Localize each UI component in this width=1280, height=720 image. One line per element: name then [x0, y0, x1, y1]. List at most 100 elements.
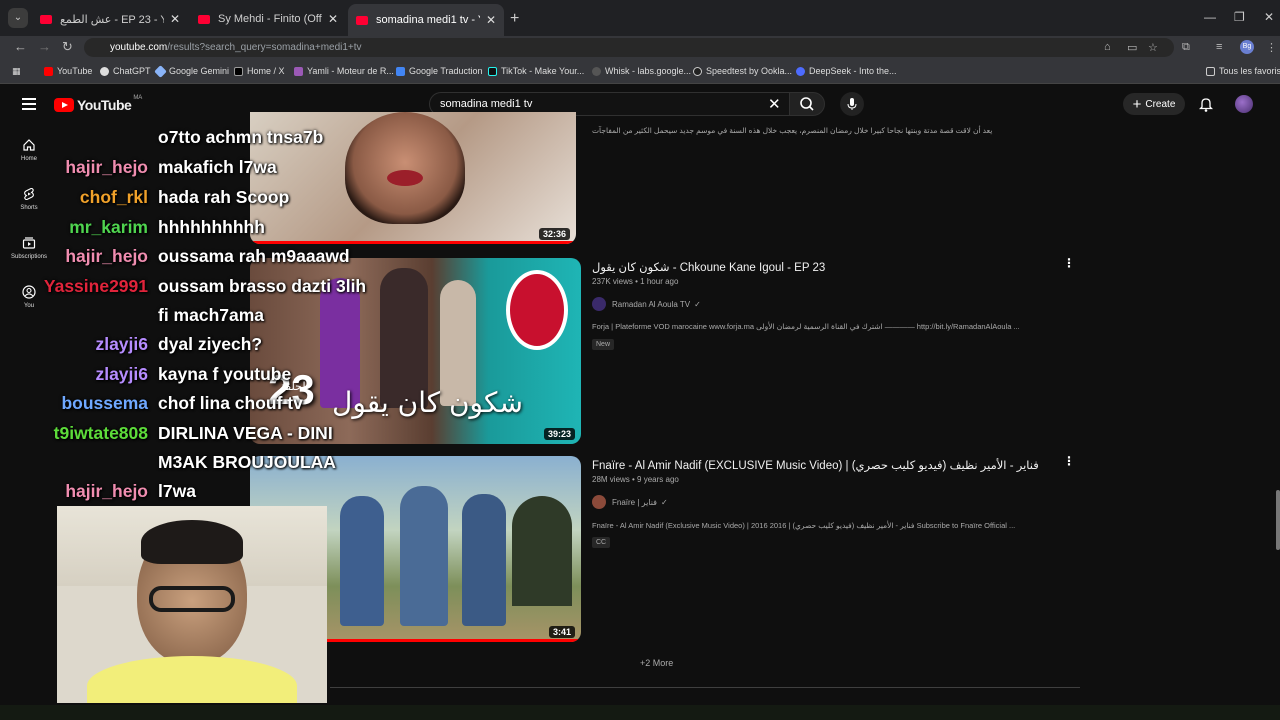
- chat-text: hhhhhhhhhh: [158, 217, 265, 237]
- more-actions-icon[interactable]: ⋮: [1063, 256, 1075, 270]
- all-bookmarks-folder[interactable]: Tous les favoris: [1206, 66, 1280, 76]
- browser-tab-3-active[interactable]: somadina medi1 tv - YouTube ✕: [348, 4, 504, 36]
- forward-icon[interactable]: →: [38, 39, 51, 54]
- new-badge: New: [592, 339, 615, 350]
- reload-icon[interactable]: ↻: [62, 39, 73, 55]
- microphone-icon: [847, 98, 857, 110]
- streamer-shirt: [87, 656, 297, 703]
- browser-profile-avatar[interactable]: Bg: [1240, 40, 1254, 54]
- restore-icon[interactable]: ❐: [1234, 10, 1245, 24]
- cc-badge: CC: [592, 537, 611, 548]
- speedtest-icon: [693, 66, 702, 76]
- verified-check-icon: ✓: [694, 299, 701, 309]
- gemini-icon: [154, 64, 167, 78]
- video-title[interactable]: شكون كان يقول - Chkoune Kane Igoul - EP …: [592, 260, 825, 274]
- streamer-hair: [141, 520, 243, 564]
- chat-username: t9iwtate808: [53, 423, 148, 443]
- thumbnail-caption: شكون كان يقول: [332, 386, 523, 419]
- youtube-play-icon: [54, 98, 74, 112]
- bookmark-tiktok[interactable]: TikTok - Make Your...: [488, 66, 584, 76]
- chat-username: [8, 452, 158, 473]
- new-tab-button[interactable]: +: [510, 10, 519, 28]
- video-description: يعد أن لاقت قصة مدتة وبنتها نجاحا كبيرا …: [592, 126, 993, 135]
- close-window-icon[interactable]: ✕: [1264, 10, 1274, 24]
- voice-search-button[interactable]: [840, 92, 864, 116]
- guide-menu-icon[interactable]: [22, 98, 36, 110]
- chat-username: chof_rkl: [79, 187, 148, 207]
- chat-username: mr_karim: [69, 217, 148, 237]
- chat-text: hada rah Scoop: [158, 187, 290, 207]
- chat-message: mr_karim hhhhhhhhhh: [8, 217, 265, 238]
- back-icon[interactable]: ←: [14, 39, 27, 54]
- video-description: Fnaïre - Al Amir Nadif (Exclusive Music …: [592, 521, 1016, 530]
- bookmark-gemini[interactable]: Google Gemini: [154, 64, 229, 78]
- video-description: Forja | Plateforme VOD marocaine www.for…: [592, 322, 1020, 331]
- tab-title: Sy Mehdi - Finito (Official Music: [218, 13, 322, 25]
- channel-link[interactable]: Ramadan Al Aoula TV ✓: [592, 297, 701, 311]
- thumbnail-mouth: [387, 170, 423, 186]
- install-icon[interactable]: ▭: [1127, 41, 1137, 54]
- clear-search-icon[interactable]: ✕: [768, 95, 781, 113]
- video-stats: 237K views • 1 hour ago: [592, 277, 679, 286]
- youtube-favicon-icon: [198, 14, 210, 24]
- close-tab-icon[interactable]: ✕: [328, 12, 338, 26]
- media-controls-icon[interactable]: ≡: [1216, 41, 1222, 53]
- close-tab-icon[interactable]: ✕: [486, 13, 496, 27]
- bookmark-chatgpt[interactable]: ChatGPT: [100, 66, 151, 76]
- translate-icon[interactable]: ⌂: [1104, 41, 1111, 53]
- bookmark-yamli[interactable]: Yamli - Moteur de R...: [294, 66, 394, 76]
- url-path: /results?search_query=somadina+medi1+tv: [167, 42, 362, 53]
- chat-text: oussam brasso dazti 3lih: [158, 276, 367, 296]
- bookmark-deepseek[interactable]: DeepSeek - Into the...: [796, 66, 897, 76]
- tab-title: somadina medi1 tv - YouTube: [376, 14, 480, 26]
- extensions-icon[interactable]: ⧉: [1182, 41, 1190, 54]
- youtube-icon: [44, 66, 53, 76]
- translate-icon: [396, 66, 405, 76]
- thumbnail-figure: [462, 494, 506, 626]
- chat-text: DIRLINA VEGA - DINI: [158, 423, 333, 443]
- chat-username: boussema: [61, 393, 148, 413]
- thumbnail-tent: [512, 496, 572, 606]
- minimize-icon[interactable]: —: [1204, 10, 1216, 24]
- glasses-icon: [149, 586, 235, 612]
- chat-username: hajir_hejo: [65, 246, 148, 266]
- channel-avatar: [592, 297, 606, 311]
- thumbnail-figure: [340, 496, 384, 626]
- chat-message: o7tto achmn tnsa7b: [8, 127, 323, 148]
- browser-tab-1[interactable]: عش الطمع - EP 23 - YouTube ✕: [32, 6, 188, 32]
- url-bar[interactable]: youtube.com/results?search_query=somadin…: [84, 38, 1174, 57]
- create-button[interactable]: + Create: [1123, 93, 1185, 115]
- account-avatar[interactable]: [1235, 95, 1253, 113]
- search-button[interactable]: [789, 92, 825, 116]
- bookmark-google-translate[interactable]: Google Traduction: [396, 66, 483, 76]
- desktop-edge: [0, 705, 1280, 720]
- chat-text: dyal ziyech?: [158, 334, 263, 354]
- apps-grid-icon[interactable]: ▦: [12, 66, 21, 77]
- chat-message: t9iwtate808 DIRLINA VEGA - DINI: [8, 423, 333, 444]
- chat-message: fi mach7ama: [8, 305, 264, 326]
- channel-link[interactable]: Fnaïre | فناير ✓: [592, 495, 668, 509]
- close-tab-icon[interactable]: ✕: [170, 12, 180, 26]
- yamli-icon: [294, 66, 303, 76]
- browser-tab-2[interactable]: Sy Mehdi - Finito (Official Music ✕: [190, 6, 346, 32]
- youtube-logo[interactable]: YouTube MA: [54, 95, 142, 113]
- chat-text: chof lina chouf tv: [158, 393, 303, 413]
- watch-progress-bar: [250, 241, 576, 244]
- video-title[interactable]: Fnaïre - Al Amir Nadif (EXCLUSIVE Music …: [592, 458, 1039, 472]
- notifications-bell-icon[interactable]: [1198, 96, 1214, 112]
- bookmark-whisk[interactable]: Whisk - labs.google...: [592, 66, 691, 76]
- chat-message: boussema chof lina chouf tv: [8, 393, 303, 414]
- video-stats: 28M views • 9 years ago: [592, 475, 679, 484]
- bookmark-star-icon[interactable]: ☆: [1148, 41, 1158, 54]
- chat-message: Yassine2991 oussam brasso dazti 3lih: [8, 276, 366, 297]
- page-scrollbar-thumb[interactable]: [1276, 490, 1280, 550]
- thumbnail-face: [345, 112, 465, 224]
- browser-menu-icon[interactable]: ⋮: [1266, 41, 1277, 54]
- bookmark-youtube[interactable]: YouTube: [44, 66, 92, 76]
- show-more-button[interactable]: +2 More: [640, 658, 673, 668]
- more-actions-icon[interactable]: ⋮: [1063, 454, 1075, 468]
- bookmark-speedtest[interactable]: Speedtest by Ookla...: [693, 66, 792, 76]
- bookmark-x[interactable]: Home / X: [234, 66, 285, 76]
- tab-search-button[interactable]: ⌄: [8, 8, 28, 28]
- url-site: youtube.com: [110, 42, 168, 53]
